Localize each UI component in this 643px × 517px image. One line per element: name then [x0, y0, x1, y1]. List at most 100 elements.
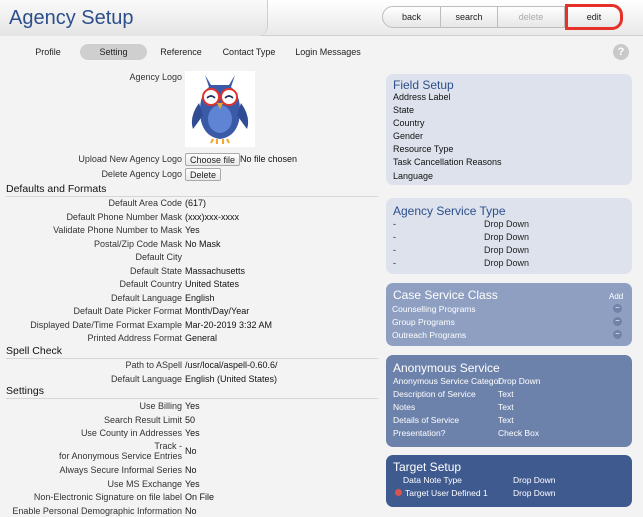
- anonymous-field-name[interactable]: Presentation?: [393, 428, 445, 438]
- tab-profile[interactable]: Profile: [28, 44, 68, 60]
- row-value: On File: [185, 492, 215, 502]
- panel-title: Agency Service Type: [393, 204, 506, 218]
- row-label: Use MS Exchange: [107, 479, 182, 489]
- row-label: Default Phone Number Mask: [66, 212, 182, 222]
- row-value: 50: [185, 415, 196, 425]
- field-setup-item[interactable]: Address Label: [393, 92, 451, 102]
- panel-title: Field Setup: [393, 78, 454, 92]
- choose-file-button[interactable]: Choose file: [185, 153, 241, 166]
- tab-contact-type[interactable]: Contact Type: [220, 44, 278, 60]
- target-field-type: Drop Down: [513, 475, 556, 485]
- row-value: Yes: [185, 428, 200, 438]
- delete-button[interactable]: delete: [498, 6, 565, 28]
- row-value: Yes: [185, 479, 200, 489]
- row-label: Use County in Addresses: [80, 428, 182, 438]
- row-value: English: [185, 293, 215, 303]
- remove-icon[interactable]: −: [613, 304, 622, 313]
- remove-icon[interactable]: −: [613, 330, 622, 339]
- case-class-item[interactable]: Outreach Programs: [392, 330, 466, 340]
- row-value: No: [185, 506, 197, 516]
- field-setup-item[interactable]: Resource Type: [393, 144, 453, 154]
- service-type-name[interactable]: -: [393, 232, 396, 242]
- row-value: (617): [185, 198, 207, 208]
- anonymous-field-name[interactable]: Anonymous Service Categor: [393, 376, 501, 386]
- title-box: Agency Setup: [0, 0, 268, 36]
- row-label: Default Country: [119, 279, 182, 289]
- panel-title: Target Setup: [393, 460, 462, 474]
- remove-icon[interactable]: −: [613, 317, 622, 326]
- anonymous-field-type: Check Box: [498, 428, 540, 438]
- field-setup-item[interactable]: State: [393, 105, 414, 115]
- field-setup-item[interactable]: Gender: [393, 131, 423, 141]
- back-button[interactable]: back: [382, 6, 441, 28]
- tab-setting[interactable]: Setting: [80, 44, 147, 60]
- row-label: Validate Phone Number to Mask: [53, 225, 182, 235]
- help-icon[interactable]: ?: [613, 44, 629, 60]
- agency-logo-label: Agency Logo: [129, 72, 182, 82]
- anonymous-field-name[interactable]: Notes: [393, 402, 415, 412]
- agency-service-type-panel: Agency Service Type - Drop Down - Drop D…: [386, 198, 632, 274]
- anonymous-field-name[interactable]: Description of Service: [393, 389, 476, 399]
- add-link[interactable]: Add: [609, 292, 623, 301]
- row-label-continued: for Anonymous Service Entries: [58, 451, 182, 461]
- target-field-name[interactable]: Data Note Type: [403, 475, 462, 485]
- row-label: Displayed Date/Time Format Example: [30, 320, 182, 330]
- edit-button[interactable]: edit: [565, 4, 623, 30]
- service-type-type: Drop Down: [484, 258, 530, 268]
- row-label: Track -: [154, 441, 182, 451]
- row-value: Yes: [185, 225, 200, 235]
- tab-bar: Profile Setting Reference Contact Type L…: [0, 44, 643, 60]
- row-value: Month/Day/Year: [185, 306, 250, 316]
- warning-dot-icon: [395, 489, 402, 496]
- row-label: Postal/Zip Code Mask: [93, 239, 182, 249]
- search-button[interactable]: search: [441, 6, 498, 28]
- section-spell-check: Spell Check: [6, 345, 378, 359]
- row-label: Default Date Picker Format: [73, 306, 182, 316]
- anonymous-field-type: Drop Down: [498, 376, 541, 386]
- row-label: Search Result Limit: [103, 415, 182, 425]
- row-value: No: [185, 465, 197, 475]
- case-class-item[interactable]: Group Programs: [392, 317, 455, 327]
- row-value: No Mask: [185, 239, 221, 249]
- section-defaults-formats: Defaults and Formats: [6, 183, 378, 197]
- row-value: United States: [185, 279, 240, 289]
- row-label: Default City: [135, 252, 182, 262]
- service-type-type: Drop Down: [484, 232, 530, 242]
- tab-reference[interactable]: Reference: [158, 44, 204, 60]
- agency-logo-image: [185, 71, 255, 147]
- row-label: Default Area Code: [108, 198, 182, 208]
- field-setup-item[interactable]: Country: [393, 118, 425, 128]
- anonymous-field-type: Text: [498, 402, 514, 412]
- row-label: Non-Electronic Signature on file label: [33, 492, 182, 502]
- delete-logo-label: Delete Agency Logo: [101, 169, 182, 179]
- row-value: Yes: [185, 401, 200, 411]
- delete-logo-button[interactable]: Delete: [185, 168, 222, 181]
- service-type-type: Drop Down: [484, 219, 530, 229]
- row-value: (xxx)xxx-xxxx: [185, 212, 239, 222]
- page-title: Agency Setup: [9, 7, 134, 29]
- target-field-name[interactable]: Target User Defined 1: [405, 488, 488, 498]
- case-class-item[interactable]: Counselling Programs: [392, 304, 476, 314]
- panel-title: Case Service Class: [393, 288, 498, 302]
- panel-title: Anonymous Service: [393, 361, 500, 375]
- anonymous-service-panel: Anonymous Service Anonymous Service Cate…: [386, 355, 632, 447]
- anonymous-field-type: Text: [498, 389, 514, 399]
- service-type-name[interactable]: -: [393, 245, 396, 255]
- anonymous-field-name[interactable]: Details of Service: [393, 415, 459, 425]
- upload-logo-label: Upload New Agency Logo: [78, 154, 182, 164]
- no-file-text: No file chosen: [240, 154, 298, 164]
- row-value: No: [185, 446, 197, 456]
- row-value: /usr/local/aspell-0.60.6/: [185, 360, 278, 370]
- case-service-class-panel: Case Service Class Add Counselling Progr…: [386, 283, 632, 346]
- row-value: Massachusetts: [185, 266, 246, 276]
- service-type-name[interactable]: -: [393, 219, 396, 229]
- field-setup-item[interactable]: Language: [393, 171, 433, 181]
- target-field-type: Drop Down: [513, 488, 556, 498]
- tab-login-messages[interactable]: Login Messages: [293, 44, 363, 60]
- field-setup-item[interactable]: Task Cancellation Reasons: [393, 157, 502, 167]
- service-type-name[interactable]: -: [393, 258, 396, 268]
- row-label: Always Secure Informal Series: [59, 465, 182, 475]
- top-button-group: back search delete edit: [382, 4, 623, 30]
- row-label: Default Language: [110, 293, 182, 303]
- row-value: English (United States): [185, 374, 278, 384]
